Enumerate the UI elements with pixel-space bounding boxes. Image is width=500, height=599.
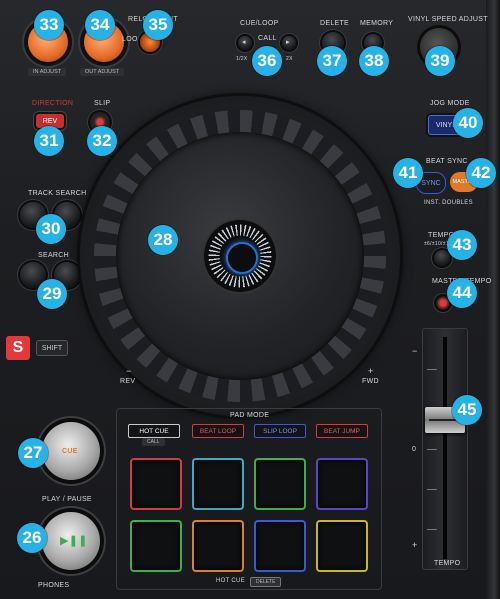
callout-badge: 28 <box>148 225 178 255</box>
jog-display <box>204 220 276 292</box>
callout-badge: 43 <box>447 230 477 260</box>
cue-knob-label: CUE <box>62 448 78 455</box>
fader-minus-sign: − <box>412 346 418 356</box>
callout-badge: 40 <box>453 108 483 138</box>
callout-badge: 42 <box>466 158 496 188</box>
performance-pad-2[interactable] <box>192 458 244 510</box>
vinyl-speed-adjust-label: VINYL SPEED ADJUST <box>408 16 488 23</box>
pad-footer-hot-cue: HOT CUE <box>216 578 245 584</box>
tempo-fader[interactable] <box>422 328 468 570</box>
sync-label: SYNC <box>421 179 441 187</box>
slip-loop-mode-label: SLIP LOOP <box>263 427 297 435</box>
callout-badge: 37 <box>317 46 347 76</box>
jog-mode-label: JOG MODE <box>430 100 470 107</box>
in-adjust-caption: IN ADJUST <box>28 68 67 76</box>
callout-badge: 34 <box>85 10 115 40</box>
fader-tick <box>427 489 437 490</box>
hot-cue-mode-label: HOT CUE <box>139 427 169 435</box>
inst-doubles-label: INST. DOUBLES <box>424 200 473 206</box>
slip-label: SLIP <box>94 100 111 107</box>
call-next-icon: ▸ <box>286 39 290 46</box>
play-pause-icon: ▶❚❚ <box>60 535 88 547</box>
jog-platter[interactable] <box>116 132 364 380</box>
beat-loop-mode-button[interactable]: BEAT LOOP <box>192 424 244 438</box>
shift-button[interactable]: SHIFT <box>36 340 68 356</box>
callout-badge: 30 <box>36 214 66 244</box>
callout-badge: 26 <box>17 523 47 553</box>
search-label: SEARCH <box>38 252 69 259</box>
jog-minus-sign: − <box>126 366 132 376</box>
callout-badge: 31 <box>34 126 64 156</box>
performance-pad-4[interactable] <box>316 458 368 510</box>
callout-badge: 29 <box>37 279 67 309</box>
slip-loop-mode-button[interactable]: SLIP LOOP <box>254 424 306 438</box>
fader-tick <box>427 529 437 530</box>
beat-loop-mode-label: BEAT LOOP <box>199 427 237 435</box>
half-speed-label: 1/2X <box>236 56 248 62</box>
beat-jump-mode-label: BEAT JUMP <box>324 427 360 435</box>
out-adjust-caption: OUT ADJUST <box>80 68 125 76</box>
fader-tick <box>427 369 437 370</box>
panel-edge <box>486 0 500 599</box>
fader-zero-mark: 0 <box>412 446 417 453</box>
callout-badge: 27 <box>18 438 48 468</box>
call-prev-icon: ◂ <box>242 39 246 46</box>
play-pause-label: PLAY / PAUSE <box>42 496 92 503</box>
callout-badge: 32 <box>87 126 117 156</box>
callout-badge: 41 <box>393 158 423 188</box>
performance-pad-6[interactable] <box>192 520 244 572</box>
jog-fwd-label: FWD <box>362 378 379 385</box>
fader-plus-sign: + <box>412 540 418 550</box>
tempo-fader-label: TEMPO <box>434 560 461 567</box>
tempo-fader-slot <box>443 337 447 559</box>
performance-pad-3[interactable] <box>254 458 306 510</box>
cue-loop-title: CUE/LOOP <box>240 20 279 27</box>
performance-pad-5[interactable] <box>130 520 182 572</box>
pad-footer-delete: DELETE <box>250 577 282 587</box>
shift-badge: S <box>6 336 30 360</box>
fader-tick <box>427 449 437 450</box>
beat-sync-label: BEAT SYNC <box>426 158 468 165</box>
pad-mode-title: PAD MODE <box>230 412 270 419</box>
rev-label: REV <box>42 117 58 125</box>
callout-badge: 36 <box>252 46 282 76</box>
tempo-range-button[interactable] <box>434 250 450 266</box>
double-speed-label: 2X <box>286 56 293 62</box>
delete-label: DELETE <box>320 20 350 27</box>
performance-pad-7[interactable] <box>254 520 306 572</box>
memory-label: MEMORY <box>360 20 394 27</box>
jog-plus-sign: + <box>368 366 374 376</box>
jog-display-ring <box>226 242 258 274</box>
direction-label: DIRECTION <box>32 100 74 107</box>
call-label: CALL <box>258 35 277 42</box>
shift-label: SHIFT <box>41 344 63 352</box>
call-caption: CALL <box>142 438 165 446</box>
callout-badge: 44 <box>447 278 477 308</box>
callout-badge: 39 <box>425 46 455 76</box>
callout-badge: 35 <box>143 10 173 40</box>
jog-rev-label: REV <box>120 378 136 385</box>
performance-pad-1[interactable] <box>130 458 182 510</box>
beat-jump-mode-button[interactable]: BEAT JUMP <box>316 424 368 438</box>
callout-badge: 38 <box>359 46 389 76</box>
callout-badge: 45 <box>452 395 482 425</box>
performance-pad-8[interactable] <box>316 520 368 572</box>
callout-badge: 33 <box>34 10 64 40</box>
track-search-label: TRACK SEARCH <box>28 190 87 197</box>
hot-cue-mode-button[interactable]: HOT CUE <box>128 424 180 438</box>
phones-label: PHONES <box>38 582 70 589</box>
